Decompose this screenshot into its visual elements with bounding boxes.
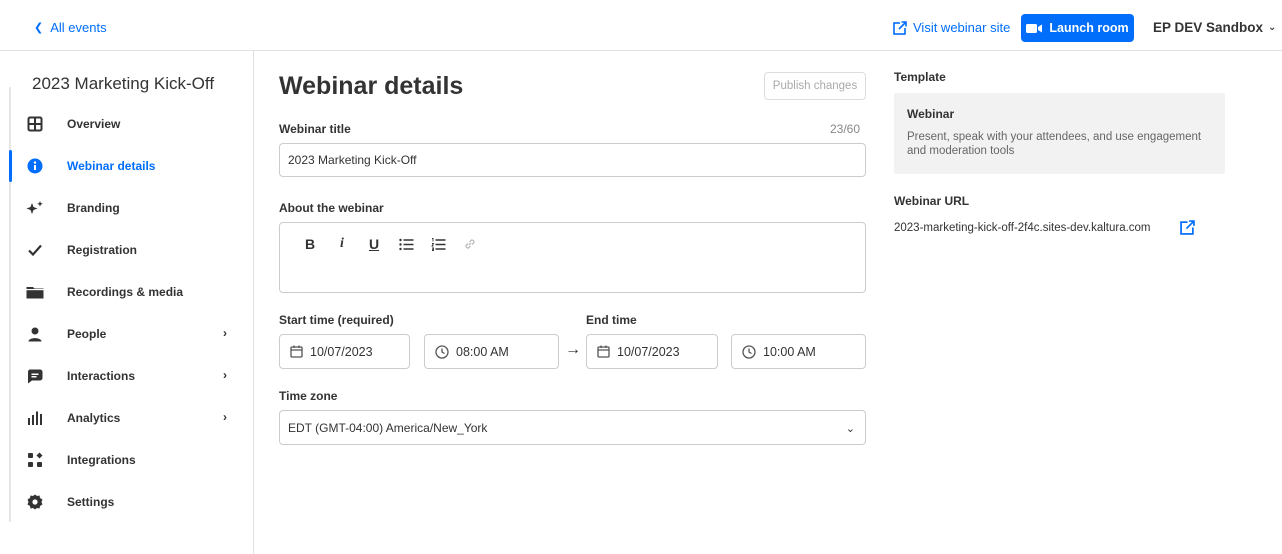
- about-webinar-label: About the webinar: [279, 201, 384, 215]
- chevron-right-icon: ›: [223, 326, 227, 340]
- start-date-value: 10/07/2023: [310, 344, 373, 359]
- link-icon: [465, 239, 475, 249]
- chat-icon: [26, 367, 44, 385]
- time-zone-value: EDT (GMT-04:00) America/New_York: [288, 420, 488, 435]
- sidebar-item-recordings-media[interactable]: Recordings & media: [0, 271, 253, 313]
- visit-webinar-site-label: Visit webinar site: [913, 20, 1011, 35]
- sidebar-item-overview[interactable]: Overview: [0, 103, 253, 145]
- start-time-value: 08:00 AM: [456, 344, 509, 359]
- sparkle-icon: [26, 199, 44, 217]
- chevron-right-icon: ›: [223, 368, 227, 382]
- sidebar-item-interactions[interactable]: Interactions ›: [0, 355, 253, 397]
- clock-icon: [435, 344, 449, 359]
- chevron-down-icon: ⌄: [1268, 22, 1277, 33]
- webinar-title-label: Webinar title: [279, 122, 351, 136]
- account-label: EP DEV Sandbox: [1153, 20, 1264, 35]
- calendar-icon: [597, 345, 610, 358]
- webinar-title-input[interactable]: 2023 Marketing Kick-Off: [279, 143, 866, 177]
- template-card: Webinar Present, speak with your attende…: [894, 93, 1225, 174]
- launch-room-button[interactable]: Launch room: [1021, 14, 1134, 42]
- clock-icon: [742, 344, 756, 359]
- arrow-right-icon: →: [565, 341, 581, 358]
- sidebar-item-webinar-details[interactable]: Webinar details: [0, 145, 253, 187]
- end-date-value: 10/07/2023: [617, 344, 680, 359]
- sidebar-item-analytics[interactable]: Analytics ›: [0, 397, 253, 439]
- link-button[interactable]: [454, 235, 486, 253]
- about-webinar-editor[interactable]: B i U: [279, 222, 866, 293]
- person-icon: [26, 325, 44, 343]
- sidebar-nav: Overview Webinar details Branding Regist…: [0, 103, 253, 523]
- open-url-button[interactable]: [1180, 220, 1195, 238]
- chevron-left-icon: ❮: [34, 22, 44, 34]
- time-zone-select[interactable]: EDT (GMT-04:00) America/New_York ⌄: [279, 410, 866, 445]
- external-link-icon: [893, 20, 907, 35]
- chevron-right-icon: ›: [223, 410, 227, 424]
- all-events-link[interactable]: ❮ All events: [34, 20, 107, 35]
- template-description: Present, speak with your attendees, and …: [907, 131, 1202, 157]
- sidebar-item-label: Integrations: [67, 453, 136, 467]
- sidebar-item-integrations[interactable]: Integrations: [0, 439, 253, 481]
- italic-button[interactable]: i: [326, 235, 358, 253]
- bullet-list-button[interactable]: [390, 235, 422, 253]
- title-char-counter: 23/60: [830, 122, 861, 136]
- account-menu[interactable]: EP DEV Sandbox ⌄: [1153, 20, 1276, 35]
- editor-toolbar: B i U: [294, 235, 486, 253]
- sidebar-item-registration[interactable]: Registration: [0, 229, 253, 271]
- start-time-label: Start time (required): [279, 313, 394, 327]
- time-zone-label: Time zone: [279, 389, 338, 403]
- sidebar-item-label: Overview: [67, 117, 121, 131]
- external-link-icon: [1180, 220, 1195, 235]
- sidebar-item-label: Interactions: [67, 369, 136, 383]
- template-name: Webinar: [907, 107, 955, 121]
- event-title: 2023 Marketing Kick-Off: [32, 74, 215, 93]
- sidebar: 2023 Marketing Kick-Off Overview Webinar…: [0, 51, 254, 554]
- bullet-list-icon: [398, 238, 413, 250]
- bar-chart-icon: [26, 409, 44, 427]
- grid-icon: [26, 115, 44, 133]
- gear-icon: [26, 493, 44, 511]
- sidebar-item-label: Registration: [67, 243, 138, 257]
- sidebar-item-settings[interactable]: Settings: [0, 481, 253, 523]
- calendar-icon: [290, 345, 303, 358]
- bold-button[interactable]: B: [294, 235, 326, 253]
- webinar-url-value: 2023-marketing-kick-off-2f4c.sites-dev.k…: [894, 222, 1151, 234]
- sidebar-item-branding[interactable]: Branding: [0, 187, 253, 229]
- visit-webinar-site-link[interactable]: Visit webinar site: [893, 20, 1010, 35]
- sidebar-item-people[interactable]: People ›: [0, 313, 253, 355]
- start-time-input[interactable]: 08:00 AM: [424, 334, 559, 369]
- end-time-input[interactable]: 10:00 AM: [731, 334, 866, 369]
- check-icon: [26, 241, 44, 259]
- end-time-value: 10:00 AM: [763, 344, 816, 359]
- integrations-icon: [26, 451, 44, 469]
- template-label: Template: [894, 70, 946, 84]
- underline-button[interactable]: U: [358, 235, 390, 253]
- all-events-label: All events: [50, 20, 107, 35]
- top-bar: ❮ All events Visit webinar site Launch r…: [0, 0, 1282, 51]
- end-date-input[interactable]: 10/07/2023: [586, 334, 718, 369]
- sidebar-item-label: Branding: [67, 201, 120, 215]
- sidebar-item-label: Recordings & media: [67, 285, 184, 299]
- sidebar-item-label: Settings: [67, 495, 115, 509]
- sidebar-item-label: People: [67, 327, 107, 341]
- chevron-down-icon: ⌄: [845, 423, 855, 435]
- sidebar-item-label: Webinar details: [67, 159, 156, 173]
- folder-icon: [26, 283, 44, 301]
- launch-room-label: Launch room: [1049, 21, 1129, 35]
- video-camera-icon: [1026, 23, 1043, 33]
- numbered-list-icon: [430, 237, 445, 251]
- page-title: Webinar details: [279, 72, 464, 100]
- start-date-input[interactable]: 10/07/2023: [279, 334, 410, 369]
- publish-changes-button[interactable]: Publish changes: [764, 72, 866, 100]
- webinar-url-label: Webinar URL: [894, 194, 970, 208]
- sidebar-item-label: Analytics: [67, 411, 121, 425]
- end-time-label: End time: [586, 313, 637, 327]
- numbered-list-button[interactable]: [422, 235, 454, 253]
- info-icon: [26, 157, 44, 175]
